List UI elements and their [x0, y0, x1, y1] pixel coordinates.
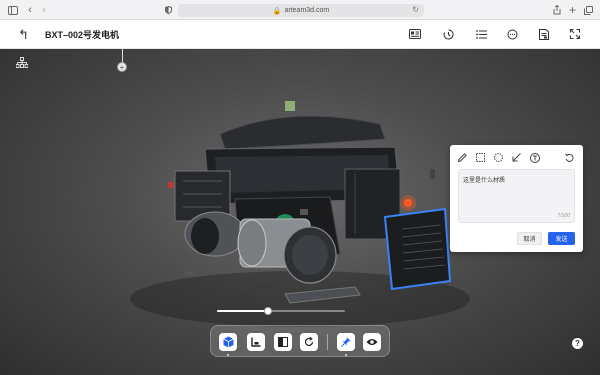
slider-thumb[interactable]: [264, 307, 272, 315]
fullscreen-icon[interactable]: [568, 27, 582, 41]
split-icon[interactable]: [274, 333, 292, 351]
page-title: BXT–002号发电机: [45, 30, 120, 40]
explode-slider[interactable]: [217, 307, 345, 315]
bottom-toolbar: [210, 325, 390, 357]
help-button[interactable]: ?: [572, 338, 583, 349]
send-button[interactable]: 发送: [548, 232, 575, 245]
active-indicator: [227, 354, 229, 356]
slider-fill: [217, 310, 268, 312]
hierarchy-tree-icon[interactable]: [15, 57, 29, 71]
pencil-icon[interactable]: [457, 152, 468, 163]
section-icon[interactable]: [247, 333, 265, 351]
list-icon[interactable]: [474, 27, 488, 41]
annotation-pin-line: [122, 49, 123, 63]
cube-icon[interactable]: [219, 333, 237, 351]
rectangle-icon[interactable]: [475, 152, 486, 163]
active-indicator: [345, 354, 347, 356]
url-text: arteam3d.com: [284, 7, 330, 14]
eye-icon[interactable]: [363, 333, 381, 351]
tabs-icon[interactable]: [583, 3, 593, 17]
cancel-button[interactable]: 取消: [517, 232, 542, 245]
circle-icon[interactable]: [493, 152, 504, 163]
back-arrow-icon[interactable]: ↰: [18, 27, 29, 43]
clock-rotate-icon[interactable]: [441, 27, 455, 41]
sidebar-toggle-icon[interactable]: [8, 3, 18, 17]
annotation-input-value: 这里是什么材质: [463, 178, 506, 184]
browser-chrome: ‹ › 🔒 arteam3d.com ↻ +: [0, 0, 600, 20]
reset-icon[interactable]: [300, 333, 318, 351]
annotation-pin-marker[interactable]: +: [117, 62, 127, 72]
annotation-input[interactable]: 这里是什么材质 7/100: [458, 169, 575, 223]
annotation-panel: 这里是什么材质 7/100 取消 发送: [450, 145, 583, 252]
shield-icon[interactable]: [164, 3, 172, 17]
lock-icon: 🔒: [272, 7, 282, 15]
new-tab-icon[interactable]: +: [568, 3, 577, 17]
chat-icon[interactable]: [505, 27, 519, 41]
pin-icon[interactable]: [337, 333, 355, 351]
back-icon[interactable]: ‹: [26, 3, 34, 17]
app-header: ↰ BXT–002号发电机: [0, 20, 600, 49]
character-counter: 7/100: [557, 213, 570, 219]
share-icon[interactable]: [552, 3, 561, 17]
address-bar[interactable]: 🔒 arteam3d.com ↻: [178, 4, 424, 17]
reload-icon[interactable]: ↻: [412, 5, 419, 14]
list-card-icon[interactable]: [408, 27, 422, 41]
forward-icon[interactable]: ›: [40, 3, 48, 17]
text-icon[interactable]: [529, 152, 540, 163]
toolbar-divider: [327, 334, 328, 350]
document-icon[interactable]: [537, 27, 551, 41]
arrow-icon[interactable]: [511, 152, 522, 163]
undo-icon[interactable]: [564, 152, 575, 163]
